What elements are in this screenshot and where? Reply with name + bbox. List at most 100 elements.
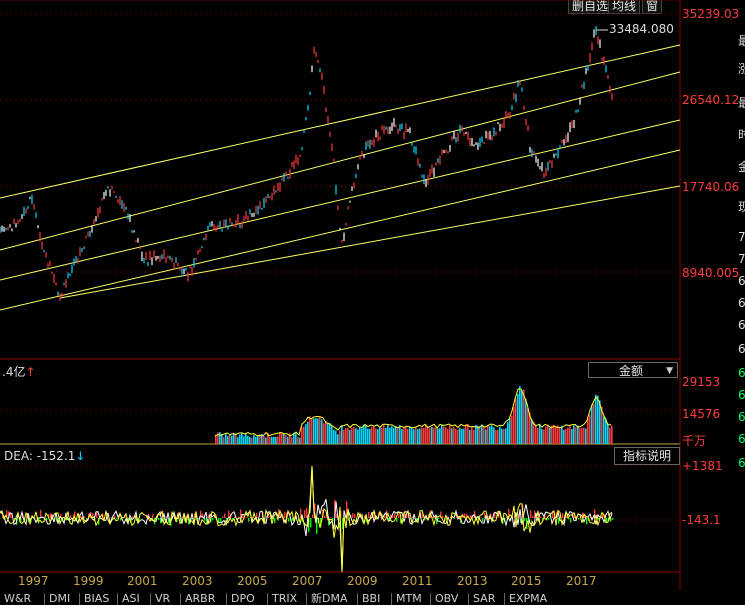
volume-bar xyxy=(399,425,401,444)
volume-bar xyxy=(231,435,233,444)
volume-bar xyxy=(365,426,367,444)
volume-bar xyxy=(333,430,335,444)
macd-bar xyxy=(116,518,117,519)
macd-bar xyxy=(96,512,97,518)
volume-bar xyxy=(311,418,313,444)
volume-bar xyxy=(499,427,501,444)
volume-bar xyxy=(463,429,465,444)
volume-bar xyxy=(295,433,297,444)
triangle-down-icon: ▼ xyxy=(666,363,673,379)
tab-obv[interactable]: OBV xyxy=(430,593,462,605)
dea-value: DEA: -152.1 xyxy=(4,449,75,463)
tab-trix[interactable]: TRIX xyxy=(267,593,301,605)
volume-metric-select[interactable]: 金额 ▼ xyxy=(588,362,678,378)
volume-bar xyxy=(487,426,489,444)
volume-bar xyxy=(409,426,411,444)
volume-bar xyxy=(345,428,347,444)
volume-bar xyxy=(611,426,613,444)
volume-bar xyxy=(337,434,339,444)
macd-histogram xyxy=(0,466,613,572)
tab-dpo[interactable]: DPO xyxy=(226,593,259,605)
tab-mtm[interactable]: MTM xyxy=(391,593,426,605)
volume-bar xyxy=(587,418,589,444)
volume-bar xyxy=(317,418,319,444)
volume-bar xyxy=(507,422,509,444)
price-axis-label: 26540.12 xyxy=(682,93,739,107)
volume-bar xyxy=(557,425,559,444)
tab-wr[interactable]: W&R xyxy=(0,593,35,605)
volume-bar xyxy=(243,436,245,444)
tab-new-dma[interactable]: 新DMA xyxy=(306,593,352,605)
volume-bar xyxy=(269,437,271,444)
volume-bar xyxy=(445,427,447,444)
volume-bar xyxy=(369,429,371,444)
volume-metric-value: 金额 xyxy=(619,364,643,378)
tab-asi[interactable]: ASI xyxy=(117,593,144,605)
volume-bar xyxy=(545,427,547,444)
volume-bar xyxy=(383,424,385,444)
volume-bar xyxy=(503,429,505,444)
volume-bar xyxy=(343,430,345,444)
time-axis-label: 1997 xyxy=(18,574,49,588)
volume-bar xyxy=(481,424,483,444)
macd-bar xyxy=(310,518,311,527)
volume-bar xyxy=(415,427,417,444)
volume-bar xyxy=(299,438,301,444)
info-strip-item: 7 xyxy=(738,230,745,244)
volume-bar xyxy=(387,424,389,444)
volume-bar xyxy=(341,425,343,444)
volume-bar xyxy=(361,428,363,444)
tab-expma[interactable]: EXPMA xyxy=(504,593,551,605)
macd-bar xyxy=(312,514,313,518)
time-axis-label: 2003 xyxy=(182,574,213,588)
volume-bar xyxy=(219,432,221,444)
volume-bar xyxy=(403,427,405,444)
trend-channel-line xyxy=(0,72,680,250)
macd-bar xyxy=(354,514,355,518)
macd-bar xyxy=(368,512,369,518)
volume-bar xyxy=(469,430,471,444)
volume-bar xyxy=(465,424,467,444)
tab-bbi[interactable]: BBI xyxy=(357,593,384,605)
info-strip-item: 最 xyxy=(738,94,745,111)
macd-bar xyxy=(330,517,331,518)
info-strip-item: 最 xyxy=(738,32,745,49)
volume-bar xyxy=(609,428,611,444)
volume-bar xyxy=(277,436,279,444)
indicator-help-button[interactable]: 指标说明 xyxy=(614,447,680,465)
tab-arbr[interactable]: ARBR xyxy=(180,593,219,605)
tab-bias[interactable]: BIAS xyxy=(79,593,113,605)
volume-bar xyxy=(401,429,403,444)
volume-bar xyxy=(355,428,357,444)
info-strip-item: 6 xyxy=(738,456,745,470)
info-strip-item: 6 xyxy=(738,342,745,356)
volume-bar xyxy=(321,419,323,444)
volume-bar xyxy=(603,416,605,444)
info-strip-item: 6 xyxy=(738,318,745,332)
volume-bar xyxy=(595,395,597,444)
volume-bar xyxy=(565,429,567,444)
trend-channel-line xyxy=(0,45,680,198)
tab-vr[interactable]: VR xyxy=(150,593,174,605)
volume-axis-label: 29153 xyxy=(682,375,720,389)
volume-bar xyxy=(385,428,387,444)
tab-sar[interactable]: SAR xyxy=(468,593,499,605)
macd-bar xyxy=(274,518,275,523)
volume-bar xyxy=(307,422,309,444)
macd-bar xyxy=(548,518,549,520)
volume-bar xyxy=(535,425,537,444)
volume-bar xyxy=(335,431,337,444)
macd-bar xyxy=(438,518,439,519)
volume-bar xyxy=(305,424,307,444)
info-strip-item: 现 xyxy=(738,198,745,215)
info-strip-item: 涨 xyxy=(738,60,745,77)
macd-bar xyxy=(562,513,563,518)
macd-bar xyxy=(398,514,399,518)
volume-bar xyxy=(325,421,327,444)
volume-bar xyxy=(575,427,577,444)
volume-bar xyxy=(377,429,379,444)
volume-bar xyxy=(251,438,253,444)
tab-dmi[interactable]: DMI xyxy=(44,593,74,605)
volume-bar xyxy=(525,399,527,444)
macd-bar xyxy=(324,515,325,518)
